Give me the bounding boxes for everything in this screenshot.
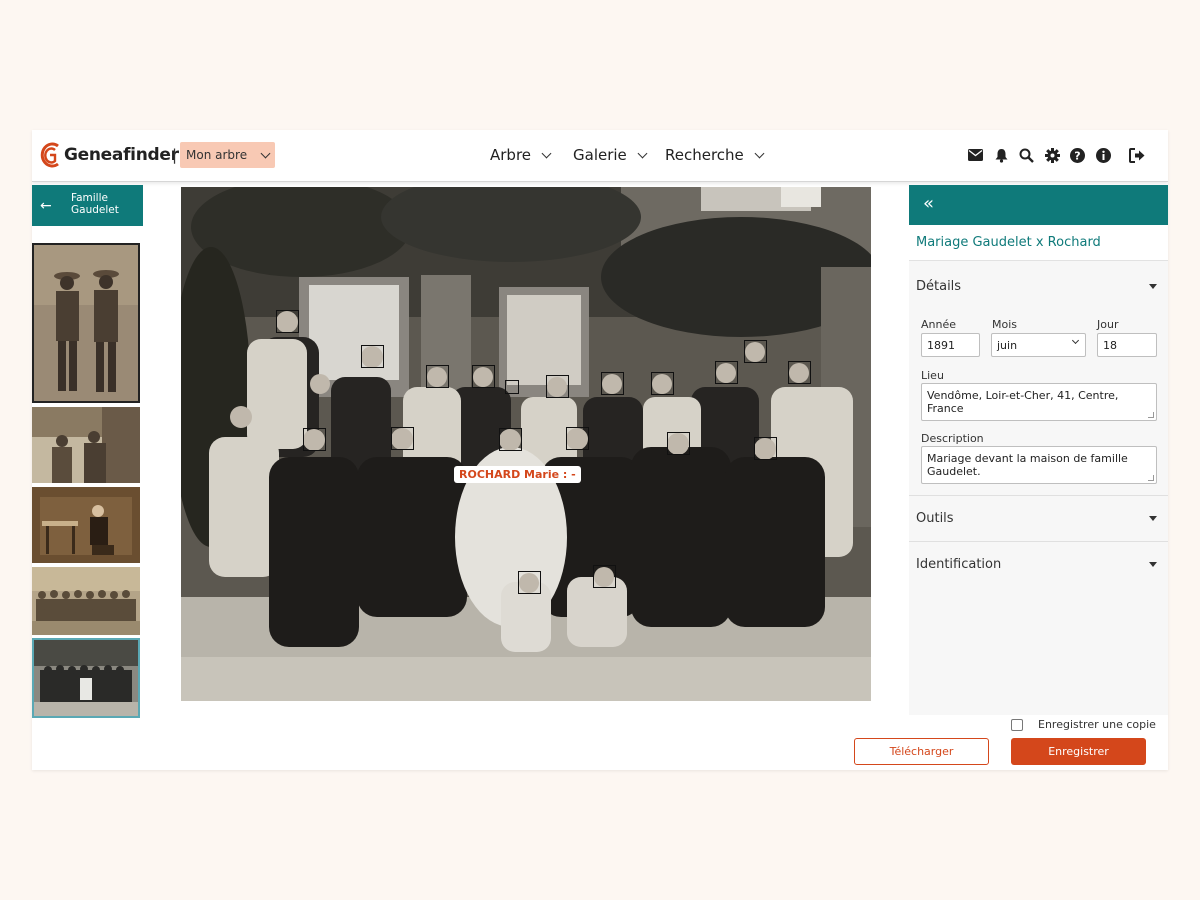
back-to-album-button[interactable]: ← Famille Gaudelet: [32, 185, 143, 226]
year-input[interactable]: 1891: [921, 333, 980, 357]
face-box[interactable]: [744, 340, 767, 363]
face-box[interactable]: [518, 571, 541, 594]
section-details-header[interactable]: Détails: [909, 264, 1168, 310]
chevron-down-icon: [541, 148, 552, 158]
face-box[interactable]: [651, 372, 674, 395]
face-box[interactable]: [276, 310, 299, 333]
photo-viewer[interactable]: ROCHARD Marie : -: [181, 187, 871, 701]
collapse-panel-icon[interactable]: «: [923, 193, 934, 214]
bell-icon[interactable]: [990, 144, 1012, 166]
face-box[interactable]: [715, 361, 738, 384]
face-box[interactable]: [303, 428, 326, 451]
face-box[interactable]: [472, 365, 495, 388]
thumbnail-image: [32, 487, 140, 563]
face-box[interactable]: [754, 437, 777, 460]
place-value: Vendôme, Loir-et-Cher, 41, Centre, Franc…: [927, 389, 1119, 415]
tree-selector[interactable]: Mon arbre: [180, 142, 275, 168]
thumbnail-image: [32, 567, 140, 635]
header-icons: ?: [961, 144, 1148, 166]
envelope-icon[interactable]: [965, 144, 987, 166]
thumbnail-group-soldiers[interactable]: [32, 567, 140, 635]
section-identification-header[interactable]: Identification: [909, 542, 1168, 588]
chevron-down-icon: [637, 148, 648, 158]
face-box[interactable]: [361, 345, 384, 368]
album-title: Famille Gaudelet: [71, 192, 119, 216]
face-box[interactable]: [593, 565, 616, 588]
geneafinder-logo-icon: [40, 142, 59, 168]
chevron-down-icon: [1071, 336, 1080, 345]
month-select-value: juin: [997, 339, 1018, 352]
section-tools-label: Outils: [916, 511, 954, 526]
resize-handle-icon[interactable]: [1148, 412, 1154, 418]
brand-separator: |: [172, 146, 178, 164]
face-box[interactable]: [391, 427, 414, 450]
resize-handle-icon[interactable]: [1148, 475, 1154, 481]
place-label: Lieu: [921, 369, 944, 382]
face-box[interactable]: [499, 428, 522, 451]
chevron-down-icon: [754, 148, 765, 158]
gallery-sidebar: ← Famille Gaudelet: [32, 185, 143, 725]
face-box[interactable]: [788, 361, 811, 384]
face-box[interactable]: [601, 372, 624, 395]
logo[interactable]: Geneafinder: [38, 139, 179, 171]
arrow-left-icon: ←: [40, 198, 52, 214]
help-icon[interactable]: ?: [1067, 144, 1089, 166]
thumbnail-soldiers[interactable]: [32, 243, 140, 403]
face-box[interactable]: [566, 427, 589, 450]
thumbnail-man-seated[interactable]: [32, 487, 140, 563]
caret-down-icon: [1149, 562, 1157, 567]
year-label: Année: [921, 318, 957, 331]
nav-arbre-label: Arbre: [490, 146, 532, 164]
thumbnail-image: [34, 640, 138, 716]
save-copy-checkbox[interactable]: [1011, 718, 1023, 731]
chevron-down-icon: [260, 148, 271, 158]
face-tag-label[interactable]: ROCHARD Marie : -: [454, 466, 581, 483]
month-select[interactable]: juin: [991, 333, 1086, 357]
face-box[interactable]: [667, 432, 690, 455]
description-textarea[interactable]: Mariage devant la maison de famille Gaud…: [921, 446, 1157, 484]
nav-galerie[interactable]: Galerie: [573, 146, 648, 164]
details-panel: « Mariage Gaudelet x Rochard Détails Ann…: [909, 185, 1168, 715]
download-button[interactable]: Télécharger: [854, 738, 989, 765]
face-box[interactable]: [426, 365, 449, 388]
thumbnail-image: [32, 407, 140, 483]
details-panel-header: «: [909, 185, 1168, 225]
tree-selector-value: Mon arbre: [186, 148, 248, 162]
month-label: Mois: [992, 318, 1018, 331]
place-textarea[interactable]: Vendôme, Loir-et-Cher, 41, Centre, Franc…: [921, 383, 1157, 421]
top-bar: Geneafinder | Mon arbre Arbre Galerie Re…: [32, 130, 1168, 182]
save-copy-label: Enregistrer une copie: [1038, 718, 1156, 731]
brand-name: Geneafinder: [64, 145, 179, 165]
nav-arbre[interactable]: Arbre: [490, 146, 552, 164]
caret-down-icon: [1149, 516, 1157, 521]
save-copy-option[interactable]: Enregistrer une copie: [1011, 718, 1156, 731]
svg-text:?: ?: [1074, 149, 1080, 162]
thumbnail-image: [34, 245, 138, 401]
description-value: Mariage devant la maison de famille Gaud…: [927, 452, 1128, 478]
nav-recherche-label: Recherche: [665, 146, 744, 164]
description-label: Description: [921, 432, 984, 445]
day-input[interactable]: 18: [1097, 333, 1157, 357]
save-button[interactable]: Enregistrer: [1011, 738, 1146, 765]
day-label: Jour: [1097, 318, 1119, 331]
app-window: Geneafinder | Mon arbre Arbre Galerie Re…: [32, 130, 1168, 770]
thumbnail-wedding-group[interactable]: [32, 638, 140, 718]
nav-galerie-label: Galerie: [573, 146, 627, 164]
section-identification-label: Identification: [916, 557, 1002, 572]
caret-down-icon: [1149, 284, 1157, 289]
face-box[interactable]: [505, 380, 519, 394]
search-icon[interactable]: [1016, 144, 1038, 166]
nav-recherche[interactable]: Recherche: [665, 146, 765, 164]
gear-icon[interactable]: [1041, 144, 1063, 166]
face-box[interactable]: [546, 375, 569, 398]
logout-icon[interactable]: [1126, 144, 1148, 166]
thumbnail-children-porch[interactable]: [32, 407, 140, 483]
section-details-label: Détails: [916, 279, 962, 294]
section-tools-header[interactable]: Outils: [909, 496, 1168, 542]
photo-title: Mariage Gaudelet x Rochard: [909, 225, 1168, 261]
info-icon[interactable]: [1092, 144, 1114, 166]
